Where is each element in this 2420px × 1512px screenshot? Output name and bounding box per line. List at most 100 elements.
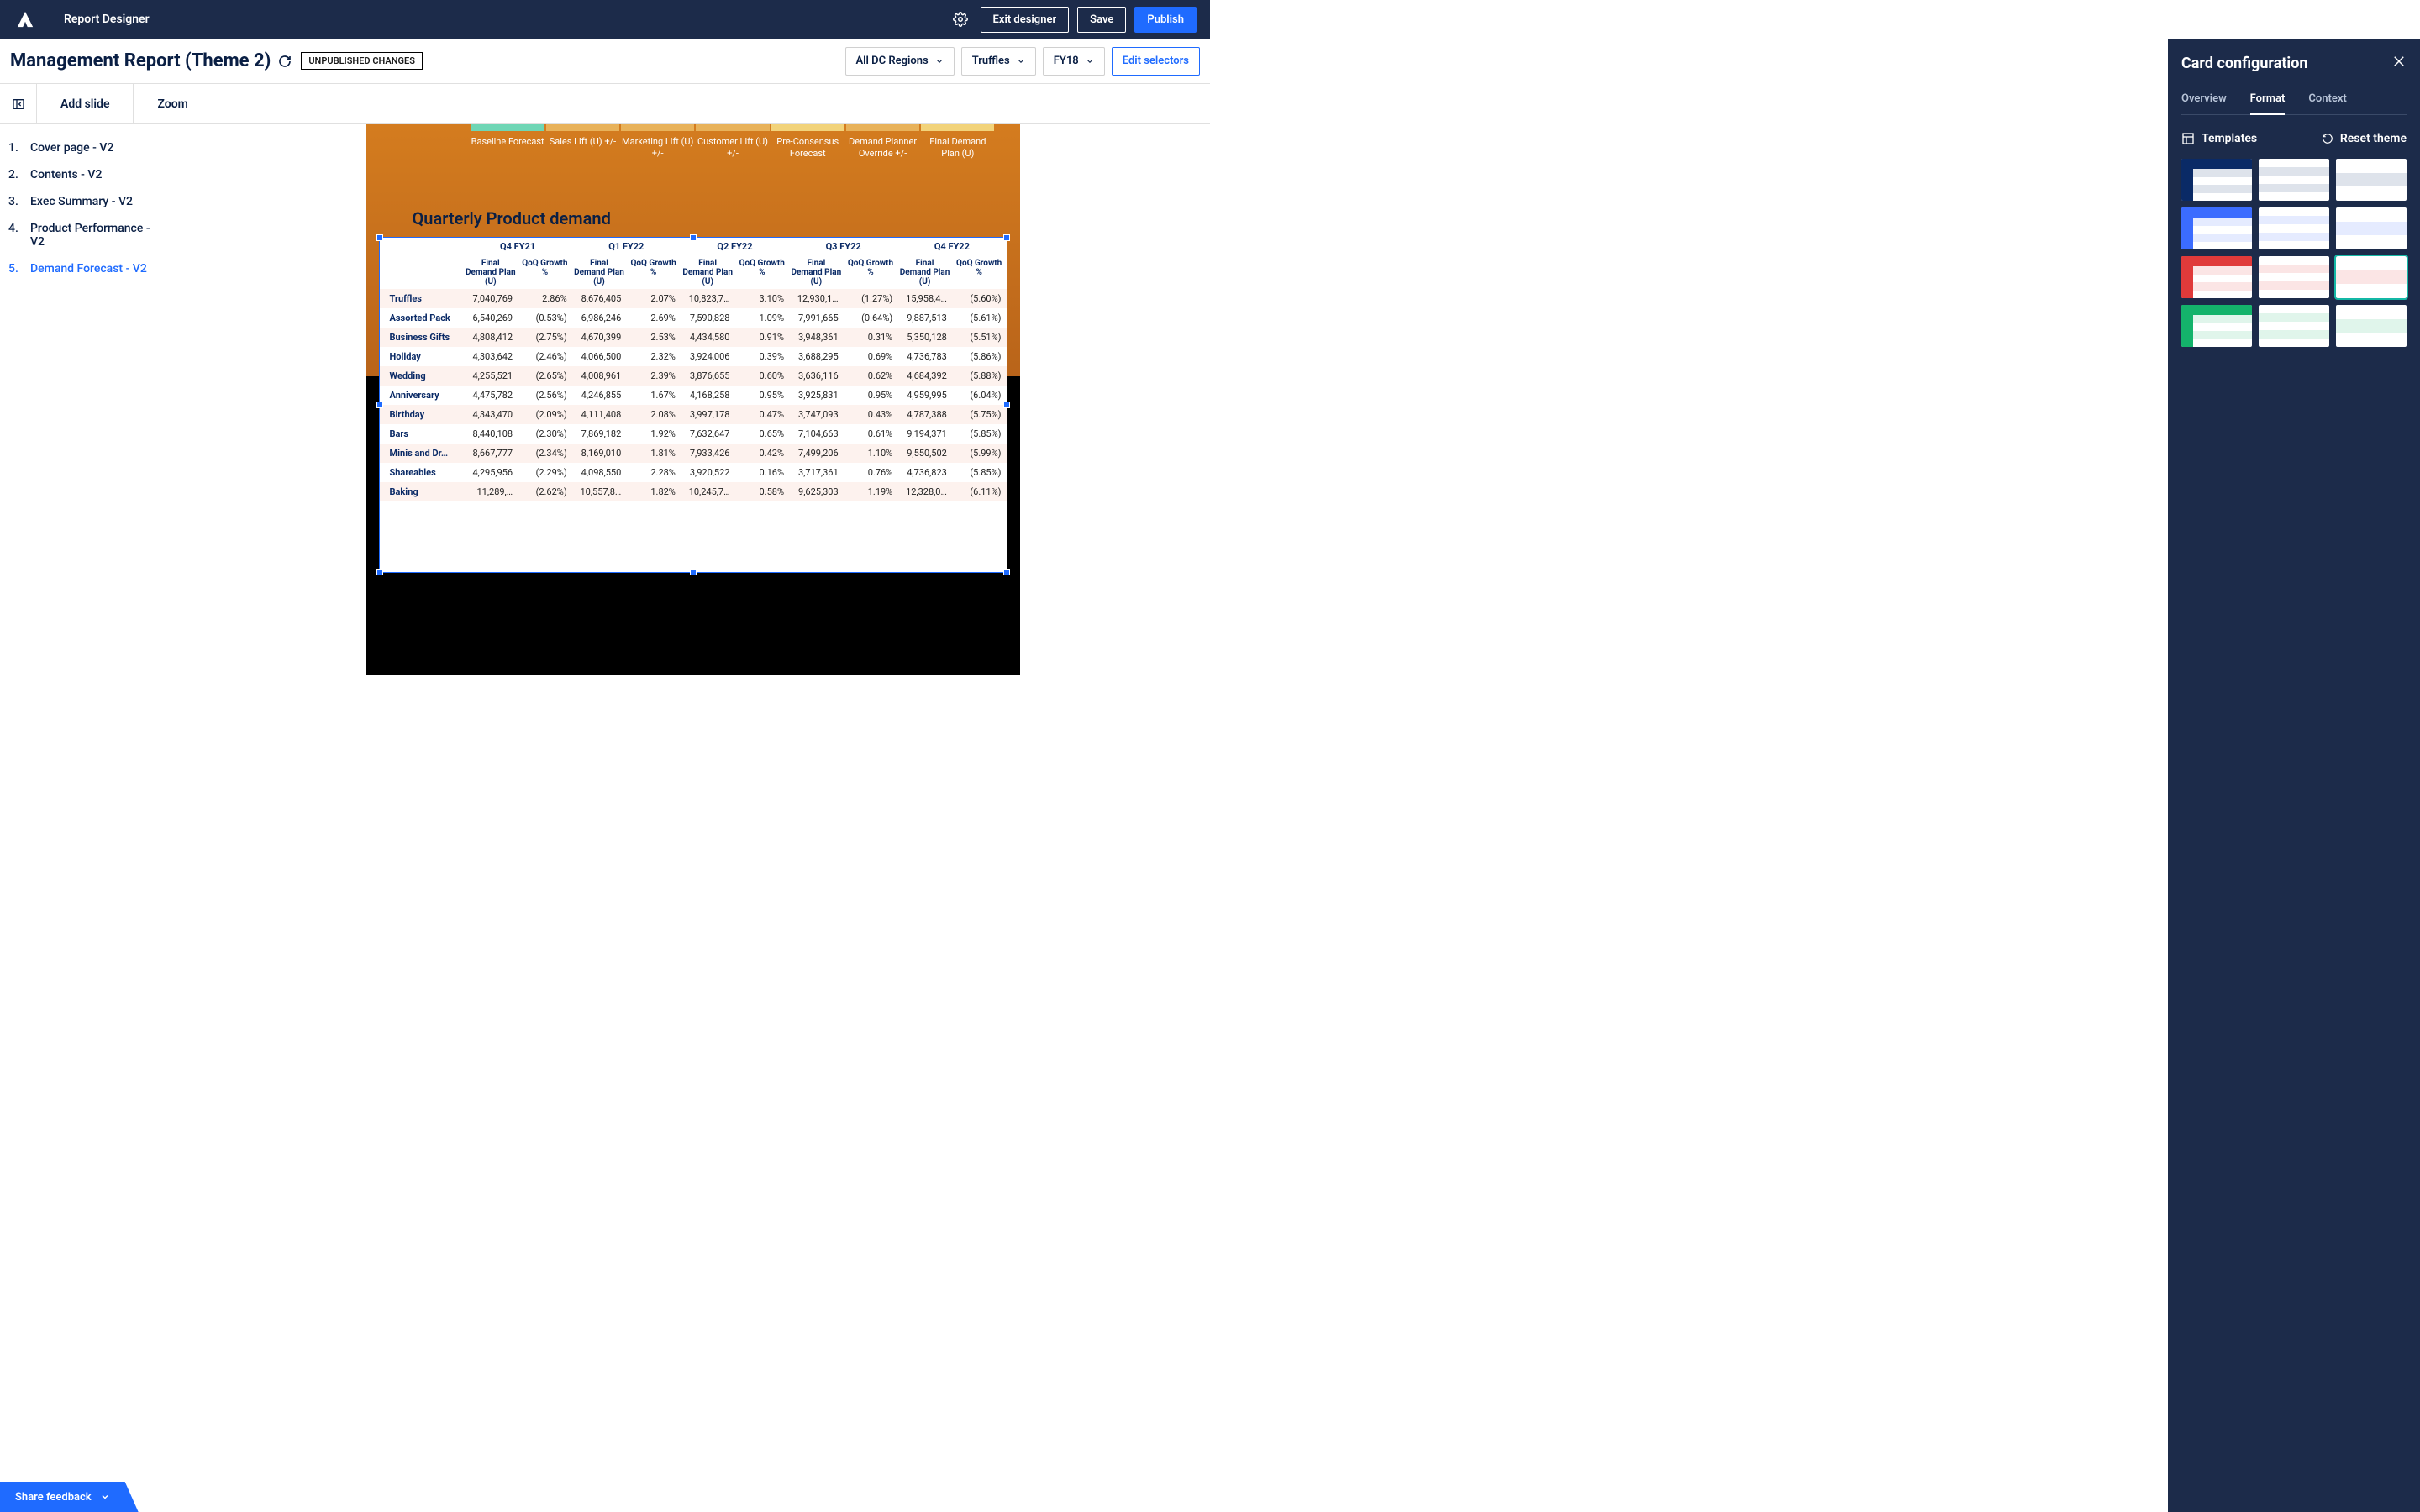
selector-0[interactable]: All DC Regions — [845, 47, 955, 76]
chevron-down-icon — [1017, 57, 1025, 66]
unpublished-badge: UNPUBLISHED CHANGES — [301, 52, 423, 70]
templates-icon — [2181, 132, 2195, 145]
collapse-sidebar-button[interactable] — [0, 84, 37, 124]
save-button[interactable]: Save — [1077, 7, 1126, 33]
cell: 3.10% — [734, 289, 789, 308]
publish-button[interactable]: Publish — [1134, 7, 1197, 33]
cell: 3,948,361 — [789, 328, 844, 347]
cell: (2.56%) — [518, 386, 572, 405]
waterfall-col: Marketing Lift (U) +/- — [621, 124, 694, 160]
cell: 1.81% — [626, 444, 681, 463]
cell: 4,736,823 — [897, 463, 952, 482]
slide: Baseline ForecastSales Lift (U) +/-Marke… — [366, 124, 1020, 675]
table-row: Minis and Dr…8,667,777(2.34%)8,169,0101.… — [380, 444, 1007, 463]
reset-theme-button[interactable]: Reset theme — [2322, 132, 2407, 145]
table-row: Baking11,289,…(2.62%)10,557,8…1.82%10,24… — [380, 482, 1007, 501]
resize-handle-tr[interactable] — [1003, 234, 1010, 241]
cell: 4,295,956 — [464, 463, 518, 482]
cell: 15,958,4… — [897, 289, 952, 308]
refresh-button[interactable] — [277, 54, 292, 69]
cell: 0.31% — [844, 328, 898, 347]
cell: 2.39% — [626, 366, 681, 386]
cell: 6,540,269 — [464, 308, 518, 328]
slide-item[interactable]: 5.Demand Forecast - V2 — [8, 255, 167, 282]
close-icon — [2391, 54, 2407, 69]
slide-item[interactable]: 3.Exec Summary - V2 — [8, 188, 167, 215]
waterfall-label: Pre-Consensus Forecast — [771, 136, 844, 160]
waterfall-col: Sales Lift (U) +/- — [546, 124, 619, 160]
selector-2[interactable]: FY18 — [1043, 47, 1105, 76]
cell: 0.95% — [844, 386, 898, 405]
row-label: Bars — [380, 424, 464, 444]
template-option[interactable] — [2259, 256, 2329, 298]
table-card[interactable]: Q4 FY21Q1 FY22Q2 FY22Q3 FY22Q4 FY22Final… — [379, 237, 1007, 573]
cell: 3,636,116 — [789, 366, 844, 386]
edit-selectors-button[interactable]: Edit selectors — [1112, 47, 1200, 76]
template-option[interactable] — [2336, 256, 2407, 298]
panel-tab-context[interactable]: Context — [2308, 92, 2346, 114]
share-feedback-button[interactable]: Share feedback — [0, 1482, 139, 1512]
slide-item[interactable]: 4.Product Performance - V2 — [8, 215, 167, 255]
selector-1[interactable]: Truffles — [961, 47, 1036, 76]
template-option[interactable] — [2259, 207, 2329, 249]
cell: 6,986,246 — [572, 308, 627, 328]
cell: 0.76% — [844, 463, 898, 482]
table-row: Birthday4,343,470(2.09%)4,111,4082.08%3,… — [380, 405, 1007, 424]
cell: 11,289,… — [464, 482, 518, 501]
template-option[interactable] — [2336, 159, 2407, 201]
cell: 7,632,647 — [681, 424, 735, 444]
cell: 12,328,0… — [897, 482, 952, 501]
cell: 7,991,665 — [789, 308, 844, 328]
row-label: Truffles — [380, 289, 464, 308]
panel-title: Card configuration — [2181, 55, 2307, 72]
slide-label: Cover page - V2 — [30, 141, 113, 155]
template-option[interactable] — [2181, 207, 2252, 249]
resize-handle-bm[interactable] — [690, 569, 697, 575]
report-header: Management Report (Theme 2) UNPUBLISHED … — [0, 39, 1210, 84]
cell: 2.32% — [626, 347, 681, 366]
settings-button[interactable] — [949, 8, 972, 31]
panel-close-button[interactable] — [2391, 54, 2407, 72]
selector-label: FY18 — [1054, 55, 1079, 67]
panel-tab-format[interactable]: Format — [2250, 92, 2286, 115]
resize-handle-tm[interactable] — [690, 234, 697, 241]
resize-handle-tl[interactable] — [376, 234, 383, 241]
col-header: QoQ Growth % — [952, 255, 1007, 289]
cell: 3,997,178 — [681, 405, 735, 424]
slide-item[interactable]: 2.Contents - V2 — [8, 161, 167, 188]
slide-label: Product Performance - V2 — [30, 222, 167, 249]
cell: 0.95% — [734, 386, 789, 405]
cell: 2.07% — [626, 289, 681, 308]
template-option[interactable] — [2259, 159, 2329, 201]
cell: 4,303,642 — [464, 347, 518, 366]
exit-designer-button[interactable]: Exit designer — [981, 7, 1070, 33]
template-option[interactable] — [2181, 305, 2252, 347]
template-option[interactable] — [2181, 159, 2252, 201]
cell: 3,876,655 — [681, 366, 735, 386]
config-panel: Card configuration Overview Format Context… — [2168, 39, 2420, 1512]
resize-handle-bl[interactable] — [376, 569, 383, 575]
template-option[interactable] — [2259, 305, 2329, 347]
col-header: QoQ Growth % — [734, 255, 789, 289]
resize-handle-br[interactable] — [1003, 569, 1010, 575]
cell: (2.65%) — [518, 366, 572, 386]
cell: 0.58% — [734, 482, 789, 501]
cell: 9,550,502 — [897, 444, 952, 463]
resize-handle-mr[interactable] — [1003, 402, 1010, 408]
resize-handle-ml[interactable] — [376, 402, 383, 408]
panel-tab-overview[interactable]: Overview — [2181, 92, 2227, 114]
cell: (2.34%) — [518, 444, 572, 463]
template-option[interactable] — [2336, 207, 2407, 249]
template-option[interactable] — [2181, 256, 2252, 298]
cell: (5.51%) — [952, 328, 1007, 347]
template-option[interactable] — [2336, 305, 2407, 347]
cell: 3,920,522 — [681, 463, 735, 482]
slide-number: 3. — [8, 195, 22, 208]
col-header: Final Demand Plan (U) — [464, 255, 518, 289]
edit-selectors-label: Edit selectors — [1123, 55, 1189, 67]
report-title: Management Report (Theme 2) — [10, 50, 271, 71]
add-slide-button[interactable]: Add slide — [37, 84, 134, 124]
table-row: Assorted Pack6,540,269(0.53%)6,986,2462.… — [380, 308, 1007, 328]
zoom-button[interactable]: Zoom — [134, 84, 211, 124]
slide-item[interactable]: 1.Cover page - V2 — [8, 134, 167, 161]
